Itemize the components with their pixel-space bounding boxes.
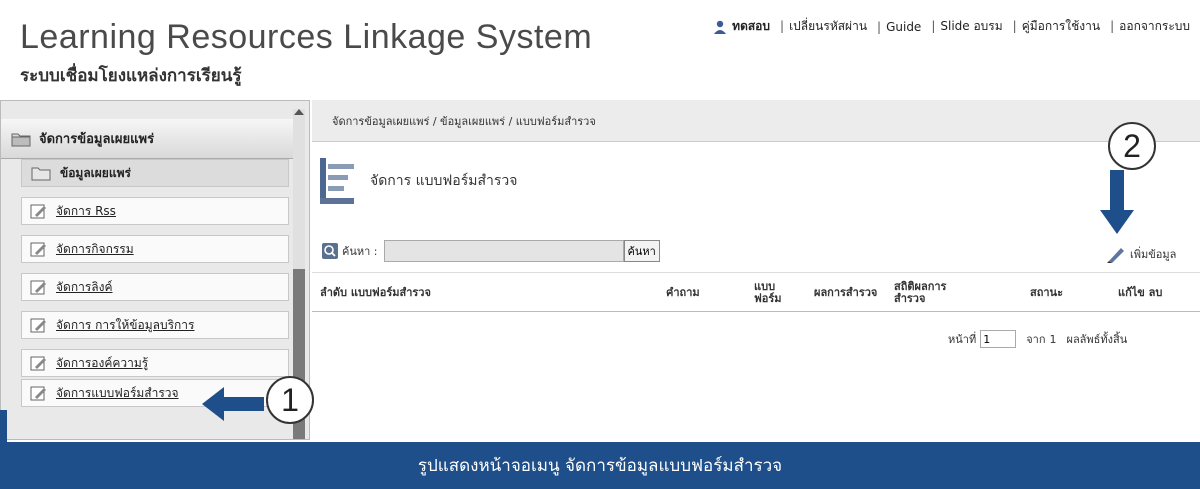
sidebar-item-label: จัดการแบบฟอร์มสำรวจ — [56, 385, 179, 400]
table-header: ลำดับ แบบฟอร์มสำรวจ คำถาม แบบ ฟอร์ม ผลกา… — [312, 272, 1200, 312]
sidebar-item-rss[interactable]: จัดการ Rss — [21, 197, 289, 225]
guide-link[interactable]: Guide — [877, 20, 921, 34]
col-survey-result: ผลการสำรวจ — [814, 286, 878, 299]
page-heading: จัดการ แบบฟอร์มสำรวจ — [320, 158, 517, 204]
add-data-button[interactable]: เพิ่มข้อมูล — [1106, 245, 1176, 263]
search-label: ค้นหา : — [342, 245, 378, 258]
edit-icon — [30, 318, 46, 333]
figure-caption: รูปแสดงหน้าจอเมนู จัดการข้อมูลแบบฟอร์มสำ… — [0, 442, 1200, 489]
left-accent-strip — [0, 410, 7, 442]
sidebar-item-label: จัดการลิงค์ — [56, 279, 113, 294]
col-edit-delete: แก้ไข ลบ — [1118, 286, 1163, 299]
user-manual-link[interactable]: คู่มือการใช้งาน — [1013, 17, 1100, 36]
edit-icon — [30, 242, 46, 257]
arrow-left-icon — [202, 387, 264, 421]
step-1-callout: 1 — [266, 376, 314, 424]
sidebar-item-knowledge[interactable]: จัดการองค์ความรู้ — [21, 349, 289, 377]
search-icon — [322, 243, 338, 259]
search-row: ค้นหา : ค้นหา — [322, 240, 660, 262]
page-title: จัดการ แบบฟอร์มสำรวจ — [370, 173, 518, 189]
training-slide-link[interactable]: Slide อบรม — [931, 17, 1002, 36]
col-order-form: ลำดับ แบบฟอร์มสำรวจ — [320, 286, 431, 299]
page-total-value: 1 — [1049, 332, 1057, 346]
edit-icon — [30, 280, 46, 295]
sidebar-item-label: จัดการ การให้ข้อมูลบริการ — [56, 317, 195, 332]
sidebar-item-published-data[interactable]: ข้อมูลเผยแพร่ — [21, 159, 289, 187]
add-data-label: เพิ่มข้อมูล — [1130, 248, 1177, 261]
total-results-label: ผลลัพธ์ทั้งสิ้น — [1066, 333, 1128, 346]
page-label: หน้าที่ — [948, 333, 977, 346]
sidebar-item-service-info[interactable]: จัดการ การให้ข้อมูลบริการ — [21, 311, 289, 339]
arrow-down-icon — [1100, 170, 1134, 234]
edit-icon — [30, 386, 46, 401]
folder-icon — [31, 167, 51, 181]
col-question: คำถาม — [666, 286, 700, 299]
logout-link[interactable]: ออกจากระบบ — [1110, 17, 1190, 36]
pencil-icon — [1107, 248, 1124, 263]
folder-icon — [11, 133, 31, 146]
search-input[interactable] — [383, 240, 624, 262]
sidebar-item-label: ข้อมูลเผยแพร่ — [60, 165, 131, 180]
search-button[interactable]: ค้นหา — [623, 240, 660, 262]
sidebar-section-label: จัดการข้อมูลเผยแพร่ — [39, 132, 155, 147]
step-2-callout: 2 — [1108, 122, 1156, 170]
pagination: หน้าที่ จาก 1 ผลลัพธ์ทั้งสิ้น — [948, 330, 1127, 348]
edit-icon — [30, 204, 46, 219]
current-user-link[interactable]: ทดสอบ — [732, 17, 770, 36]
app-header: Learning Resources Linkage System ระบบเช… — [0, 0, 1200, 98]
col-form-line2: ฟอร์ม — [754, 292, 782, 305]
sidebar-item-links[interactable]: จัดการลิงค์ — [21, 273, 289, 301]
app-title: Learning Resources Linkage System — [20, 18, 593, 56]
user-icon — [714, 20, 727, 34]
scroll-up-icon[interactable] — [294, 109, 304, 115]
page-of-label: จาก — [1026, 333, 1046, 346]
sidebar-item-label: จัดการองค์ความรู้ — [56, 355, 149, 370]
page-number-input[interactable] — [980, 330, 1017, 348]
main-content: จัดการข้อมูลเผยแพร่ / ข้อมูลเผยแพร่ / แบ… — [312, 100, 1200, 440]
breadcrumb: จัดการข้อมูลเผยแพร่ / ข้อมูลเผยแพร่ / แบ… — [312, 100, 1200, 142]
sidebar-item-label: จัดการกิจกรรม — [56, 241, 134, 256]
app-subtitle: ระบบเชื่อมโยงแหล่งการเรียนรู้ — [20, 66, 242, 86]
list-document-icon — [320, 158, 354, 204]
sidebar-section-header[interactable]: จัดการข้อมูลเผยแพร่ — [1, 119, 293, 159]
col-status: สถานะ — [1030, 286, 1063, 299]
sidebar-item-label: จัดการ Rss — [56, 203, 116, 218]
col-stats-line2: สำรวจ — [894, 292, 926, 305]
edit-icon — [30, 356, 46, 371]
sidebar-item-activities[interactable]: จัดการกิจกรรม — [21, 235, 289, 263]
change-password-link[interactable]: เปลี่ยนรหัสผ่าน — [780, 17, 867, 36]
top-navigation: ทดสอบ เปลี่ยนรหัสผ่าน Guide Slide อบรม ค… — [713, 17, 1190, 36]
